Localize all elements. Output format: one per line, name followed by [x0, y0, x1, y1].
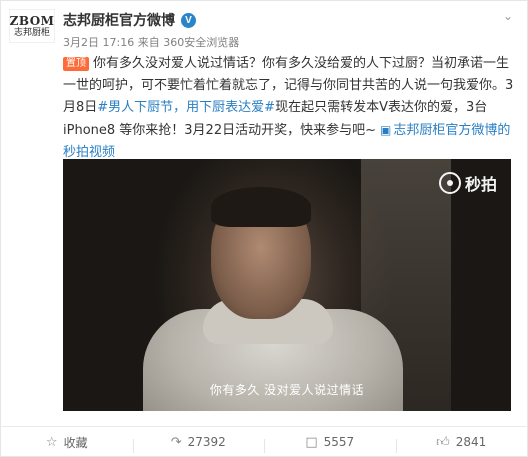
- post-text: 置顶 你有多久没对爱人说过情话？你有多久没给爱的人下过厨？当初承诺一生一世的呵护，…: [63, 53, 515, 164]
- avatar-logo-text: ZBOM: [9, 13, 55, 28]
- video-subtitle: 你有多久 没对爱人说过情话: [209, 383, 365, 397]
- chevron-down-icon[interactable]: ⌄: [503, 9, 513, 23]
- like-button[interactable]: 👍︎ 2841: [395, 434, 528, 453]
- miaopai-logo-icon: [438, 172, 461, 194]
- like-count: 2841: [455, 435, 487, 449]
- favorite-label: 收藏: [63, 435, 88, 450]
- verified-icon: V: [181, 12, 196, 28]
- source-prefix: 来自: [137, 36, 160, 49]
- video-link-icon: ▣: [380, 123, 392, 137]
- favorite-button[interactable]: ☆ 收藏: [1, 434, 133, 451]
- miaopai-watermark: 秒拍: [438, 171, 497, 195]
- thumbs-up-icon: 👍︎: [436, 434, 450, 450]
- post-meta: 3月2日 17:16 来自 360安全浏览器: [63, 34, 239, 50]
- avatar-logo-subtext: 志邦厨柜: [13, 27, 50, 38]
- author-name[interactable]: 志邦厨柜官方微博: [63, 10, 175, 30]
- comment-count: 5557: [323, 435, 355, 449]
- video-person-hair: [211, 187, 311, 227]
- video-player[interactable]: 秒拍 你有多久 没对爱人说过情话: [63, 159, 511, 411]
- author-header: 志邦厨柜官方微博 V: [63, 10, 196, 30]
- repost-icon: ↷: [170, 434, 182, 450]
- star-icon: ☆: [45, 434, 58, 450]
- pinned-badge: 置顶: [63, 57, 89, 71]
- watermark-text: 秒拍: [464, 175, 497, 194]
- weibo-post-card: ZBOM 志邦厨柜 志邦厨柜官方微博 V ⌄ 3月2日 17:16 来自 360…: [0, 0, 528, 457]
- comment-icon: □: [305, 434, 318, 450]
- repost-button[interactable]: ↷ 27392: [132, 434, 265, 453]
- hashtag-link[interactable]: #男人下厨节，用下厨表达爱#: [97, 100, 275, 115]
- post-source[interactable]: 360安全浏览器: [163, 36, 239, 49]
- action-bar: ☆ 收藏 ↷ 27392 □ 5557 👍︎ 2841: [1, 426, 527, 457]
- repost-count: 27392: [187, 435, 226, 449]
- comment-button[interactable]: □ 5557: [264, 434, 396, 453]
- avatar[interactable]: ZBOM 志邦厨柜: [9, 9, 55, 43]
- post-time[interactable]: 3月2日 17:16: [63, 36, 134, 49]
